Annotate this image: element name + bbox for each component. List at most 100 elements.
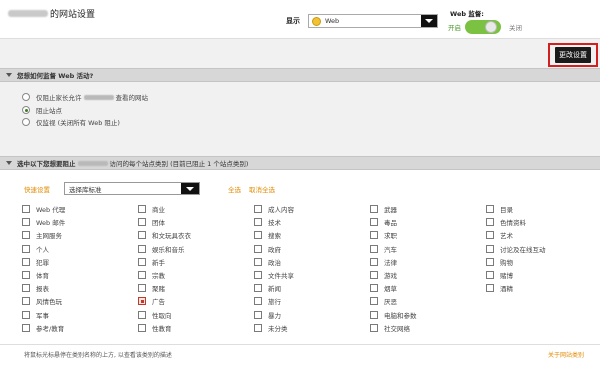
category-item[interactable]: 犯罪 <box>22 257 49 267</box>
category-item[interactable]: 电脑和参数 <box>370 310 417 320</box>
category-checkbox[interactable] <box>486 231 494 240</box>
category-checkbox[interactable] <box>254 271 262 279</box>
category-checkbox[interactable] <box>22 284 30 293</box>
category-checkbox[interactable] <box>138 284 146 293</box>
category-item[interactable]: 性教育 <box>138 323 172 333</box>
category-item[interactable]: 风情色玩 <box>22 296 62 306</box>
dropdown-button[interactable] <box>421 15 437 27</box>
category-checkbox[interactable] <box>254 257 262 266</box>
category-item[interactable]: 技术 <box>254 217 281 227</box>
category-checkbox[interactable] <box>370 310 378 319</box>
category-item[interactable]: 购物 <box>486 257 513 267</box>
category-item[interactable]: 色情资料 <box>486 217 526 227</box>
category-item[interactable]: 毒品 <box>370 217 397 227</box>
select-all-link[interactable]: 全选 <box>228 184 241 194</box>
category-item[interactable]: 武器 <box>370 204 397 214</box>
radio-monitor-only[interactable] <box>22 118 30 126</box>
web-monitor-toggle[interactable] <box>465 20 501 34</box>
category-item[interactable]: 个人 <box>22 244 49 254</box>
category-item[interactable]: 烟草 <box>370 283 397 293</box>
monitor-option-allow-only[interactable]: 仅阻止家长允许 查看的网站 <box>22 92 148 102</box>
category-item[interactable]: Web 邮件 <box>22 217 65 227</box>
category-checkbox[interactable] <box>22 218 30 227</box>
category-checkbox[interactable] <box>370 218 378 227</box>
category-checkbox[interactable] <box>138 257 146 266</box>
category-item[interactable]: 参考/教育 <box>22 323 64 333</box>
category-item[interactable]: 文件共享 <box>254 270 294 280</box>
category-item[interactable]: 目录 <box>486 204 513 214</box>
category-checkbox[interactable] <box>254 244 262 253</box>
category-checkbox[interactable] <box>22 323 30 332</box>
collapse-arrow-icon[interactable] <box>6 73 12 77</box>
category-item[interactable]: 政府 <box>254 244 281 254</box>
radio-allow-only[interactable] <box>22 93 30 101</box>
category-checkbox[interactable] <box>22 205 30 213</box>
category-checkbox[interactable] <box>370 284 378 293</box>
category-item[interactable]: 主网服务 <box>22 230 62 240</box>
category-checkbox[interactable] <box>370 323 378 332</box>
category-item[interactable]: 艺术 <box>486 230 513 240</box>
toggle-knob[interactable] <box>485 21 497 33</box>
category-checkbox[interactable] <box>254 231 262 240</box>
category-item[interactable]: 宗教 <box>138 270 165 280</box>
category-item[interactable]: 性取向 <box>138 310 172 320</box>
category-checkbox[interactable] <box>486 244 494 253</box>
category-checkbox[interactable] <box>370 205 378 213</box>
category-item[interactable]: 讨论及在线互动 <box>486 244 546 254</box>
category-checkbox[interactable] <box>138 205 146 213</box>
category-checkbox[interactable] <box>138 231 146 240</box>
category-checkbox[interactable] <box>138 297 146 306</box>
category-checkbox[interactable] <box>370 231 378 240</box>
category-item[interactable]: 广告 <box>138 296 165 306</box>
category-item[interactable]: 旅行 <box>254 296 281 306</box>
category-item[interactable]: 未分类 <box>254 323 288 333</box>
category-item[interactable]: 和文玩具衣衣 <box>138 230 191 240</box>
collapse-arrow-icon[interactable] <box>6 161 12 165</box>
category-item[interactable]: 求职 <box>370 230 397 240</box>
display-select[interactable]: Web <box>308 14 438 28</box>
category-item[interactable]: 商业 <box>138 204 165 214</box>
deselect-all-link[interactable]: 取消全选 <box>249 184 275 194</box>
category-checkbox[interactable] <box>22 271 30 279</box>
monitor-section-header[interactable]: 您想如何监督 Web 活动? <box>0 68 600 82</box>
category-item[interactable]: 酒精 <box>486 283 513 293</box>
category-item[interactable]: 体育 <box>22 270 49 280</box>
site-categories-link[interactable]: 关于网站类别 <box>548 350 584 359</box>
category-checkbox[interactable] <box>486 271 494 279</box>
category-item[interactable]: 汽车 <box>370 244 397 254</box>
category-item[interactable]: 法律 <box>370 257 397 267</box>
quick-settings-select[interactable]: 选择库标准 <box>64 182 200 195</box>
category-checkbox[interactable] <box>254 297 262 306</box>
category-item[interactable]: 政治 <box>254 257 281 267</box>
category-item[interactable]: 报表 <box>22 283 49 293</box>
category-checkbox[interactable] <box>22 244 30 253</box>
category-checkbox[interactable] <box>138 218 146 227</box>
category-checkbox[interactable] <box>486 218 494 227</box>
category-checkbox[interactable] <box>254 218 262 227</box>
category-item[interactable]: 搜索 <box>254 230 281 240</box>
category-item[interactable]: 成人内容 <box>254 204 294 214</box>
category-checkbox[interactable] <box>22 231 30 240</box>
category-item[interactable]: 社交网络 <box>370 323 410 333</box>
category-item[interactable]: 赌博 <box>486 270 513 280</box>
category-checkbox[interactable] <box>22 257 30 266</box>
radio-block-sites[interactable] <box>22 106 30 114</box>
category-item[interactable]: 聚赌 <box>138 283 165 293</box>
category-checkbox[interactable] <box>22 297 30 306</box>
category-checkbox[interactable] <box>486 257 494 266</box>
category-item[interactable]: Web 代理 <box>22 204 65 214</box>
save-button[interactable]: 更改设置 <box>555 47 591 63</box>
dropdown-button[interactable] <box>181 183 199 194</box>
category-checkbox[interactable] <box>254 310 262 319</box>
category-checkbox[interactable] <box>254 323 262 332</box>
monitor-option-monitor-only[interactable]: 仅监视 (关闭所有 Web 阻止) <box>22 117 120 127</box>
category-checkbox[interactable] <box>254 284 262 293</box>
category-checkbox[interactable] <box>370 271 378 279</box>
category-checkbox[interactable] <box>370 244 378 253</box>
category-checkbox[interactable] <box>370 297 378 306</box>
category-checkbox[interactable] <box>254 205 262 213</box>
category-checkbox[interactable] <box>138 310 146 319</box>
category-checkbox[interactable] <box>22 310 30 319</box>
monitor-option-block-sites[interactable]: 阻止站点 <box>22 105 62 115</box>
category-item[interactable]: 军事 <box>22 310 49 320</box>
